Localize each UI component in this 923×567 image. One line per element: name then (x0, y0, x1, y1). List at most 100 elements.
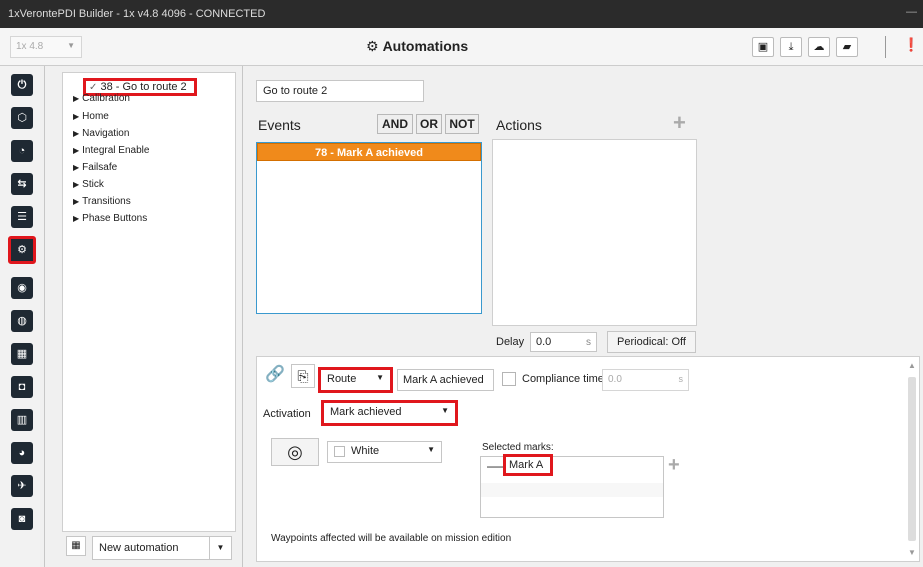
selected-mark-item[interactable]: Mark A (503, 454, 553, 476)
scroll-thumb[interactable] (908, 377, 916, 541)
activation-value: Mark achieved (330, 406, 402, 418)
actions-heading: Actions (496, 117, 542, 133)
compliance-unit: s (678, 374, 684, 384)
tree-item-home[interactable]: ▶ Home (73, 111, 109, 122)
new-automation-button[interactable]: New automation ▼ (92, 536, 232, 560)
open-folder-button[interactable]: ▰ (836, 37, 858, 57)
selected-marks-label: Selected marks: (482, 442, 554, 453)
tree-item-integral-enable[interactable]: ▶ Integral Enable (73, 145, 149, 156)
link-icon[interactable]: 🔗 (263, 364, 287, 388)
tree-item-label: Failsafe (82, 162, 118, 173)
grid-icon: ▦ (71, 540, 81, 551)
event-type-value: Route (327, 373, 357, 385)
automation-name-input[interactable]: Go to route 2 (256, 80, 424, 102)
activation-select[interactable]: Mark achieved ▼ (321, 400, 458, 426)
expand-arrow-icon: ▶ (73, 94, 80, 103)
automation-tree: ✓ 38 - Go to route 2 ▶ Calibration ▶ Home … (62, 72, 236, 532)
copy-icon[interactable]: ⎘ (291, 364, 315, 388)
scroll-down-icon[interactable]: ▼ (908, 548, 916, 557)
target-icon: ◎ (287, 442, 303, 462)
version-value: 1x 4.8 (16, 41, 44, 52)
sliders-icon[interactable]: ☰ (11, 206, 33, 228)
window-title: 1xVerontePDI Builder - 1x v4.8 4096 - CO… (8, 8, 266, 20)
expand-arrow-icon: ▶ (73, 197, 80, 206)
tree-item-label: Stick (82, 179, 104, 190)
tree-item-phase-buttons[interactable]: ▶ Phase Buttons (73, 213, 147, 224)
cloud-upload-button[interactable]: ☁ (808, 37, 830, 57)
dashboard-icon[interactable]: ◕ (11, 442, 33, 464)
tree-item-label: Transitions (82, 196, 131, 207)
periodical-button[interactable]: Periodical: Off (607, 331, 696, 353)
camera-icon[interactable]: ◘ (11, 376, 33, 398)
events-list: 78 - Mark A achieved (256, 142, 482, 314)
events-heading: Events (258, 117, 301, 133)
actions-list (492, 139, 697, 326)
save-button[interactable]: ▣ (752, 37, 774, 57)
plane-icon[interactable]: ✈ (11, 475, 33, 497)
tree-footer: ▦ New automation ▼ (62, 533, 236, 563)
expand-arrow-icon: ▶ (73, 214, 80, 223)
cloud-icon: ☁ (813, 41, 825, 53)
tree-item-calibration[interactable]: ▶ Calibration (73, 93, 130, 104)
page-title: ⚙ Automations (366, 38, 468, 55)
color-value: White (351, 445, 380, 457)
tree-item-label: Navigation (82, 128, 130, 139)
gears-icon[interactable]: ⚙ (8, 236, 36, 264)
scroll-up-icon[interactable]: ▲ (908, 361, 916, 370)
gamepad-icon[interactable]: ◍ (11, 310, 33, 332)
expand-arrow-icon: ▶ (73, 163, 80, 172)
expand-arrow-icon: ▶ (73, 146, 80, 155)
expand-arrow-icon: ▶ (73, 180, 80, 189)
list-row (481, 497, 663, 511)
list-row (481, 483, 663, 497)
grid-view-button[interactable]: ▦ (66, 536, 86, 556)
not-button[interactable]: NOT (445, 114, 479, 134)
delay-label: Delay (496, 336, 525, 348)
apps-icon[interactable]: ▦ (11, 343, 33, 365)
add-action-icon[interactable]: + (673, 110, 686, 136)
panel-scrollbar[interactable]: ▲ ▼ (907, 361, 917, 557)
download-button[interactable]: ⤓ (780, 37, 802, 57)
toolbar-divider (885, 36, 886, 58)
color-select[interactable]: White ▼ (327, 441, 442, 463)
color-swatch (334, 445, 345, 457)
usb-icon[interactable]: ⇆ (11, 173, 33, 195)
tree-item-stick[interactable]: ▶ Stick (73, 179, 104, 190)
tree-item-navigation[interactable]: ▶ Navigation (73, 128, 129, 139)
chevron-down-icon: ▼ (441, 406, 449, 415)
tree-item-transitions[interactable]: ▶ Transitions (73, 196, 131, 207)
target-button[interactable]: ◎ (271, 438, 319, 466)
chevron-down-icon: ▼ (67, 41, 75, 50)
gears-icon: ⚙ (366, 38, 379, 54)
event-config-panel: 🔗 ⎘ Route ▼ Mark A achieved Compliance t… (256, 356, 920, 562)
event-item-selected[interactable]: 78 - Mark A achieved (257, 143, 481, 161)
expand-arrow-icon: ▶ (73, 112, 80, 121)
antenna-icon[interactable]: ◉ (11, 277, 33, 299)
version-select[interactable]: 1x 4.8 ▼ (10, 36, 82, 58)
chart-icon[interactable]: ▥ (11, 409, 33, 431)
tree-item-label: Home (82, 111, 109, 122)
chevron-down-icon: ▼ (427, 445, 435, 454)
minimize-button[interactable]: — (906, 6, 917, 18)
mark-name-field[interactable]: Mark A achieved (397, 369, 494, 391)
grid-icon[interactable]: ⬡ (11, 107, 33, 129)
panel-divider (242, 66, 243, 567)
event-type-select[interactable]: Route ▼ (318, 367, 393, 393)
compliance-time-input[interactable]: 0.0 s (602, 369, 689, 391)
download-icon: ⤓ (788, 41, 794, 53)
tree-item-failsafe[interactable]: ▶ Failsafe (73, 162, 117, 173)
delay-input[interactable]: 0.0 s (530, 332, 597, 352)
info-icon[interactable]: ❗ (903, 37, 919, 53)
compliance-checkbox[interactable] (502, 372, 516, 386)
delay-value: 0.0 (536, 336, 552, 348)
main-toolbar: 1x 4.8 ▼ ⚙ Automations ▣ ⤓ ☁ ▰ ❗ (0, 28, 923, 66)
shield-icon[interactable]: ◙ (11, 508, 33, 530)
rss-icon[interactable]: ◔ (11, 140, 33, 162)
and-button[interactable]: AND (377, 114, 413, 134)
power-icon[interactable]: ⏻ (11, 74, 33, 96)
or-button[interactable]: OR (416, 114, 442, 134)
chevron-down-icon[interactable]: ▼ (209, 537, 231, 559)
add-mark-icon[interactable]: + (668, 454, 680, 477)
save-icon: ▣ (757, 41, 769, 53)
new-automation-label: New automation (99, 542, 179, 554)
